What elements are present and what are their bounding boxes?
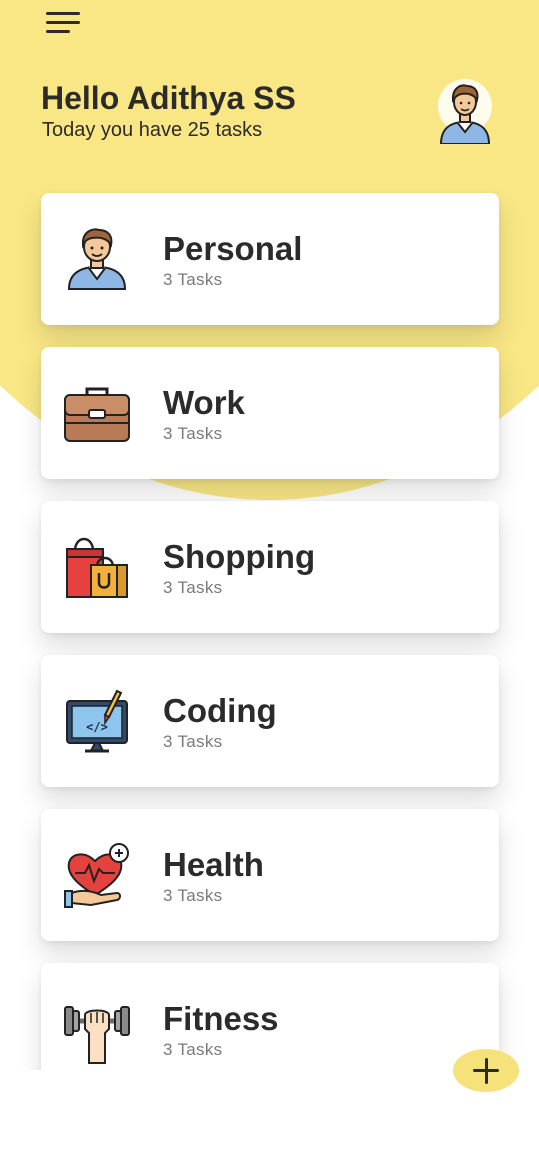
hamburger-menu-icon[interactable] — [46, 10, 82, 36]
category-card-work[interactable]: Work 3 Tasks — [41, 347, 499, 479]
category-task-count: 3 Tasks — [163, 1040, 223, 1059]
category-card-fitness[interactable]: Fitness 3 Tasks — [41, 963, 499, 1070]
plus-icon — [484, 1058, 488, 1084]
briefcase-icon — [64, 387, 130, 442]
greeting-title: Hello Adithya SS — [41, 80, 296, 116]
category-task-count: 3 Tasks — [163, 886, 223, 905]
app-screen: Hello Adithya SS Today you have 25 tasks… — [0, 0, 539, 1070]
category-name: Shopping — [163, 538, 316, 575]
add-task-button[interactable] — [453, 1049, 519, 1092]
category-name: Fitness — [163, 1000, 279, 1037]
user-avatar-icon[interactable] — [437, 78, 493, 144]
dumbbell-icon — [64, 1006, 130, 1064]
person-icon — [67, 228, 127, 290]
category-name: Personal — [163, 230, 303, 267]
heart-hand-icon — [64, 843, 129, 908]
category-card-personal[interactable]: Personal 3 Tasks — [41, 193, 499, 325]
category-name: Work — [163, 384, 245, 421]
category-name: Coding — [163, 692, 277, 729]
category-card-coding[interactable]: </> Coding 3 Tasks — [41, 655, 499, 787]
shopping-bags-icon — [66, 537, 128, 598]
category-task-count: 3 Tasks — [163, 732, 223, 751]
category-card-health[interactable]: Health 3 Tasks — [41, 809, 499, 941]
category-task-count: 3 Tasks — [163, 424, 223, 443]
task-summary: Today you have 25 tasks — [42, 119, 263, 141]
category-name: Health — [163, 846, 264, 883]
category-card-shopping[interactable]: Shopping 3 Tasks — [41, 501, 499, 633]
monitor-code-icon: </> — [66, 689, 128, 753]
category-task-count: 3 Tasks — [163, 578, 223, 597]
category-task-count: 3 Tasks — [163, 270, 223, 289]
